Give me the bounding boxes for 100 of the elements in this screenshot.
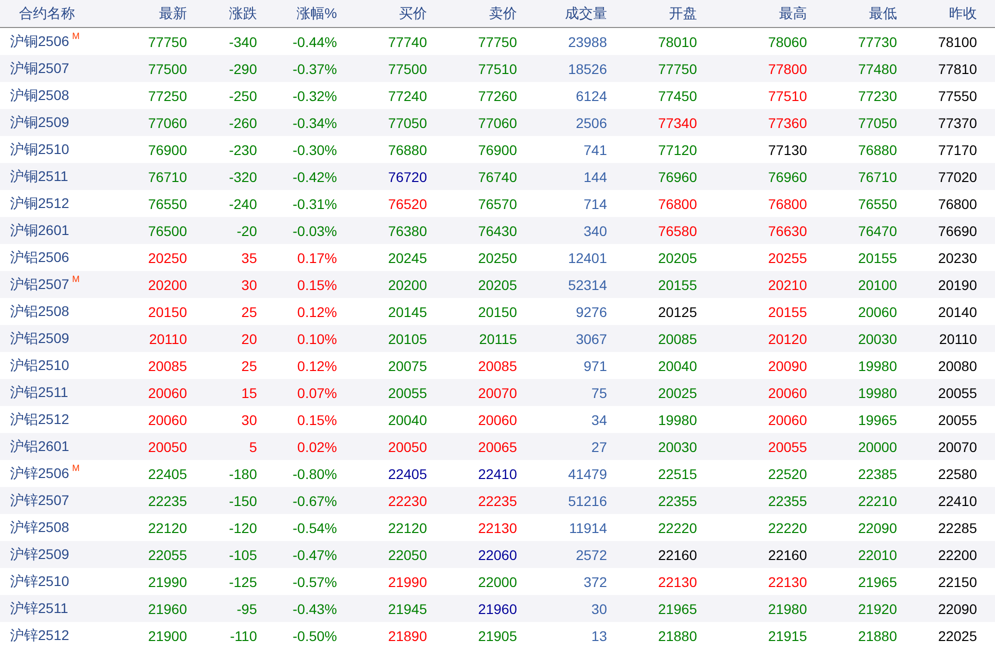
- contract-name[interactable]: 沪铜2509: [10, 114, 70, 132]
- table-cell: 0.17%: [297, 250, 337, 266]
- table-cell: 77750: [148, 34, 187, 50]
- table-cell: 77750: [658, 60, 697, 76]
- contract-name[interactable]: 沪铝2601: [10, 438, 70, 456]
- table-cell: 76900: [148, 142, 187, 158]
- table-cell: 77750: [478, 34, 517, 50]
- table-cell: -0.57%: [292, 574, 337, 590]
- contract-name[interactable]: 沪铜2601: [10, 222, 70, 240]
- table-cell: 21900: [148, 628, 187, 644]
- table-cell: 21880: [858, 628, 897, 644]
- contract-name[interactable]: 沪铜2511: [10, 168, 68, 186]
- contract-name[interactable]: 沪铝2512: [10, 410, 70, 428]
- contract-name[interactable]: 沪铝2506: [10, 248, 70, 266]
- table-cell: 20210: [768, 276, 807, 292]
- table-cell: 30: [241, 412, 257, 428]
- table-cell: 20110: [939, 330, 977, 346]
- table-cell: -0.43%: [292, 600, 337, 616]
- column-header[interactable]: 开盘: [669, 4, 697, 22]
- column-header[interactable]: 最新: [159, 4, 187, 22]
- table-cell: 76380: [388, 222, 427, 238]
- table-cell: 77250: [148, 88, 187, 104]
- contract-name[interactable]: 沪锌2508: [10, 518, 70, 536]
- table-cell: -340: [228, 34, 257, 50]
- table-cell: 741: [584, 142, 607, 158]
- table-cell: 76800: [658, 196, 697, 212]
- column-header[interactable]: 卖价: [489, 4, 517, 22]
- table-cell: 22090: [938, 600, 977, 616]
- contract-name[interactable]: 沪铜2510: [10, 140, 70, 158]
- table-cell: -0.44%: [292, 34, 337, 50]
- contract-name[interactable]: 沪锌2511: [10, 600, 68, 618]
- table-cell: -260: [228, 114, 257, 130]
- table-cell: -0.67%: [292, 492, 337, 508]
- table-cell: 25: [241, 304, 257, 320]
- table-cell: 0.07%: [297, 384, 337, 400]
- table-cell: -0.37%: [292, 60, 337, 76]
- table-cell: 76580: [658, 222, 697, 238]
- contract-name[interactable]: 沪铝2508: [10, 302, 70, 320]
- table-cell: 20250: [148, 250, 187, 266]
- table-cell: 18526: [568, 60, 607, 76]
- contract-name[interactable]: 沪铝2511: [10, 384, 68, 402]
- contract-name[interactable]: 沪锌2506: [10, 464, 70, 482]
- table-cell: 20030: [658, 438, 697, 454]
- column-header[interactable]: 涨跌: [229, 4, 257, 22]
- table-cell: 22120: [388, 520, 427, 536]
- contract-name[interactable]: 沪铜2507: [10, 60, 70, 78]
- table-cell: 76470: [858, 222, 897, 238]
- contract-name[interactable]: 沪锌2510: [10, 572, 70, 590]
- table-cell: 0.12%: [297, 304, 337, 320]
- table-cell: -0.42%: [292, 168, 337, 184]
- table-cell: 22210: [858, 492, 897, 508]
- contract-name[interactable]: 沪铜2506: [10, 32, 70, 50]
- table-cell: 77810: [938, 60, 977, 76]
- table-cell: 22235: [148, 492, 187, 508]
- table-cell: -0.03%: [292, 222, 337, 238]
- table-cell: -20: [236, 222, 257, 238]
- table-cell: -0.30%: [292, 142, 337, 158]
- table-cell: 77510: [478, 60, 517, 76]
- contract-name[interactable]: 沪铝2510: [10, 356, 70, 374]
- column-header[interactable]: 昨收: [949, 4, 977, 22]
- contract-name[interactable]: 沪锌2509: [10, 546, 70, 564]
- contract-name[interactable]: 沪铝2509: [10, 330, 70, 348]
- table-cell: 51216: [568, 492, 607, 508]
- main-contract-label: M: [72, 30, 80, 40]
- contract-name[interactable]: 沪铝2507: [10, 276, 70, 294]
- table-cell: 78100: [938, 34, 977, 50]
- table-cell: 20145: [388, 304, 427, 320]
- column-header[interactable]: 合约名称: [0, 4, 75, 22]
- table-cell: 22355: [768, 492, 807, 508]
- table-cell: 20230: [938, 250, 977, 266]
- contract-name[interactable]: 沪铜2512: [10, 194, 70, 212]
- table-cell: 77450: [658, 88, 697, 104]
- column-header[interactable]: 最高: [779, 4, 807, 22]
- contract-name[interactable]: 沪铜2508: [10, 86, 70, 104]
- contract-name[interactable]: 沪锌2507: [10, 492, 70, 510]
- table-cell: -95: [236, 600, 257, 616]
- table-cell: 19980: [858, 384, 897, 400]
- column-header[interactable]: 最低: [869, 4, 897, 22]
- table-cell: 77060: [148, 114, 187, 130]
- contract-name[interactable]: 沪锌2512: [10, 626, 70, 644]
- table-cell: 76570: [478, 196, 517, 212]
- table-cell: 77730: [858, 34, 897, 50]
- table-cell: 22405: [148, 466, 187, 482]
- column-header[interactable]: 成交量: [565, 4, 607, 22]
- table-cell: 21880: [658, 628, 697, 644]
- table-cell: 76550: [148, 196, 187, 212]
- table-cell: 41479: [568, 466, 607, 482]
- table-cell: 30: [241, 276, 257, 292]
- table-cell: 23988: [568, 34, 607, 50]
- column-header[interactable]: 买价: [399, 4, 427, 22]
- column-header[interactable]: 涨幅%: [296, 4, 337, 22]
- table-cell: 20200: [148, 276, 187, 292]
- table-cell: 76880: [388, 142, 427, 158]
- table-cell: 20000: [858, 438, 897, 454]
- table-cell: 20030: [858, 330, 897, 346]
- table-cell: 20055: [768, 438, 807, 454]
- table-cell: 3067: [576, 330, 607, 346]
- table-cell: 0.15%: [297, 412, 337, 428]
- table-cell: 9276: [576, 304, 607, 320]
- table-cell: 21960: [148, 600, 187, 616]
